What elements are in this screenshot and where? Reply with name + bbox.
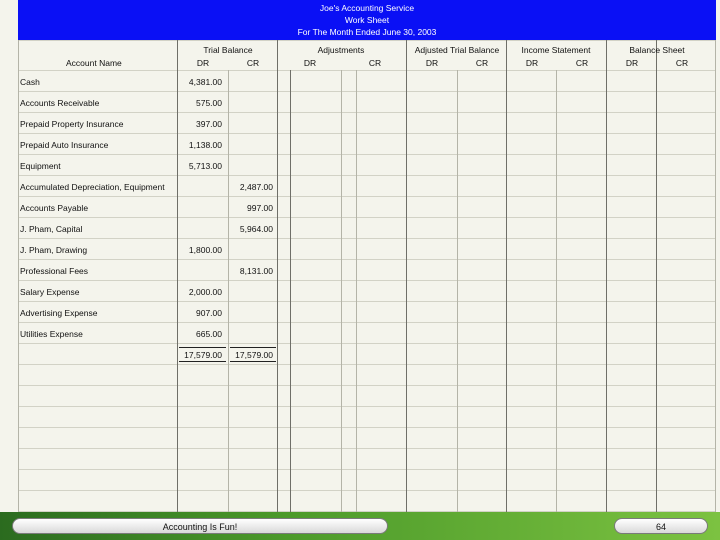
dr-column-header: DR: [525, 58, 539, 68]
trial-balance-dr-cell: 5,713.00: [188, 161, 222, 171]
worksheet-grid: Account Name Trial Balance DR CR Adjustments…: [0, 40, 720, 512]
column-group-header: Adjustments: [317, 45, 365, 55]
grid-column-line: [177, 40, 178, 512]
account-name-cell: Equipment: [20, 161, 61, 171]
grid-column-line: [656, 40, 657, 512]
account-name-cell: Prepaid Property Insurance: [20, 119, 124, 129]
trial-balance-dr-cell: 1,138.00: [188, 140, 222, 150]
worksheet-header: Joe's Accounting Service Work Sheet For …: [18, 0, 716, 40]
account-name-cell: Salary Expense: [20, 287, 80, 297]
total-cr-cell: 17,579.00: [235, 350, 273, 360]
grid-column-line: [228, 70, 229, 512]
total-dr-cell: 17,579.00: [184, 350, 222, 360]
grid-row-line: [18, 448, 716, 449]
grid-row-line: [18, 238, 716, 239]
grid-row-line: [18, 427, 716, 428]
grid-row-line: [18, 385, 716, 386]
dr-column-header: DR: [196, 58, 210, 68]
grid-row-line: [18, 154, 716, 155]
grid-row-line: [18, 112, 716, 113]
grid-row-line: [18, 175, 716, 176]
account-name-cell: J. Pham, Capital: [20, 224, 83, 234]
grid-column-line: [715, 40, 716, 512]
grid-column-line: [277, 40, 278, 512]
grid-row-line: [18, 364, 716, 365]
column-group-header: Income Statement: [521, 45, 591, 55]
grid-column-line: [506, 40, 507, 512]
grid-column-line: [406, 40, 407, 512]
footer-caption: Accounting Is Fun!: [12, 518, 388, 534]
account-name-header: Account Name: [66, 58, 122, 68]
account-name-cell: Accumulated Depreciation, Equipment: [20, 182, 165, 192]
trial-balance-dr-cell: 2,000.00: [188, 287, 222, 297]
trial-balance-dr-cell: 1,800.00: [188, 245, 222, 255]
trial-balance-dr-cell: 4,381.00: [188, 77, 222, 87]
period-line: For The Month Ended June 30, 2003: [297, 27, 437, 37]
grid-column-line: [606, 40, 607, 512]
total-cr-double-rule: [230, 361, 276, 362]
trial-balance-cr-cell: 8,131.00: [239, 266, 273, 276]
trial-balance-dr-cell: 665.00: [196, 329, 222, 339]
grid-column-line: [18, 40, 19, 512]
trial-balance-dr-cell: 907.00: [196, 308, 222, 318]
grid-row-line: [18, 70, 716, 71]
account-name-cell: Cash: [20, 77, 40, 87]
grid-column-line: [341, 70, 342, 512]
cr-column-header: CR: [675, 58, 689, 68]
footer-bar: Accounting Is Fun! 64: [0, 512, 720, 540]
account-name-cell: Accounts Payable: [20, 203, 89, 213]
grid-row-line: [18, 343, 716, 344]
account-name-cell: J. Pham, Drawing: [20, 245, 88, 255]
page-number: 64: [614, 518, 708, 534]
grid-column-line: [457, 70, 458, 512]
cr-column-header: CR: [368, 58, 382, 68]
total-dr-double-rule: [179, 361, 226, 362]
grid-row-line: [18, 469, 716, 470]
cr-column-header: CR: [246, 58, 260, 68]
column-group-header: Adjusted Trial Balance: [414, 45, 500, 55]
grid-row-line: [18, 40, 716, 41]
grid-row-line: [18, 259, 716, 260]
account-name-cell: Utilities Expense: [20, 329, 83, 339]
company-name: Joe's Accounting Service: [319, 3, 415, 13]
trial-balance-cr-cell: 5,964.00: [239, 224, 273, 234]
grid-row-line: [18, 301, 716, 302]
trial-balance-cr-cell: 2,487.00: [239, 182, 273, 192]
account-name-cell: Accounts Receivable: [20, 98, 100, 108]
total-cr-rule: [230, 347, 276, 348]
grid-row-line: [18, 133, 716, 134]
grid-row-line: [18, 196, 716, 197]
dr-column-header: DR: [425, 58, 439, 68]
trial-balance-dr-cell: 575.00: [196, 98, 222, 108]
grid-column-line: [290, 70, 291, 512]
grid-column-line: [556, 70, 557, 512]
document-title: Work Sheet: [344, 15, 390, 25]
grid-row-line: [18, 406, 716, 407]
grid-row-line: [18, 322, 716, 323]
total-dr-rule: [179, 347, 226, 348]
cr-column-header: CR: [475, 58, 489, 68]
account-name-cell: Professional Fees: [20, 266, 89, 276]
trial-balance-dr-cell: 397.00: [196, 119, 222, 129]
trial-balance-cr-cell: 997.00: [247, 203, 273, 213]
grid-row-line: [18, 280, 716, 281]
column-group-header: Balance Sheet: [629, 45, 685, 55]
account-name-cell: Prepaid Auto Insurance: [20, 140, 109, 150]
grid-column-line: [356, 70, 357, 512]
account-name-cell: Advertising Expense: [20, 308, 98, 318]
dr-column-header: DR: [625, 58, 639, 68]
column-group-header: Trial Balance: [203, 45, 253, 55]
grid-row-line: [18, 91, 716, 92]
dr-column-header: DR: [303, 58, 317, 68]
grid-row-line: [18, 490, 716, 491]
grid-row-line: [18, 217, 716, 218]
cr-column-header: CR: [575, 58, 589, 68]
